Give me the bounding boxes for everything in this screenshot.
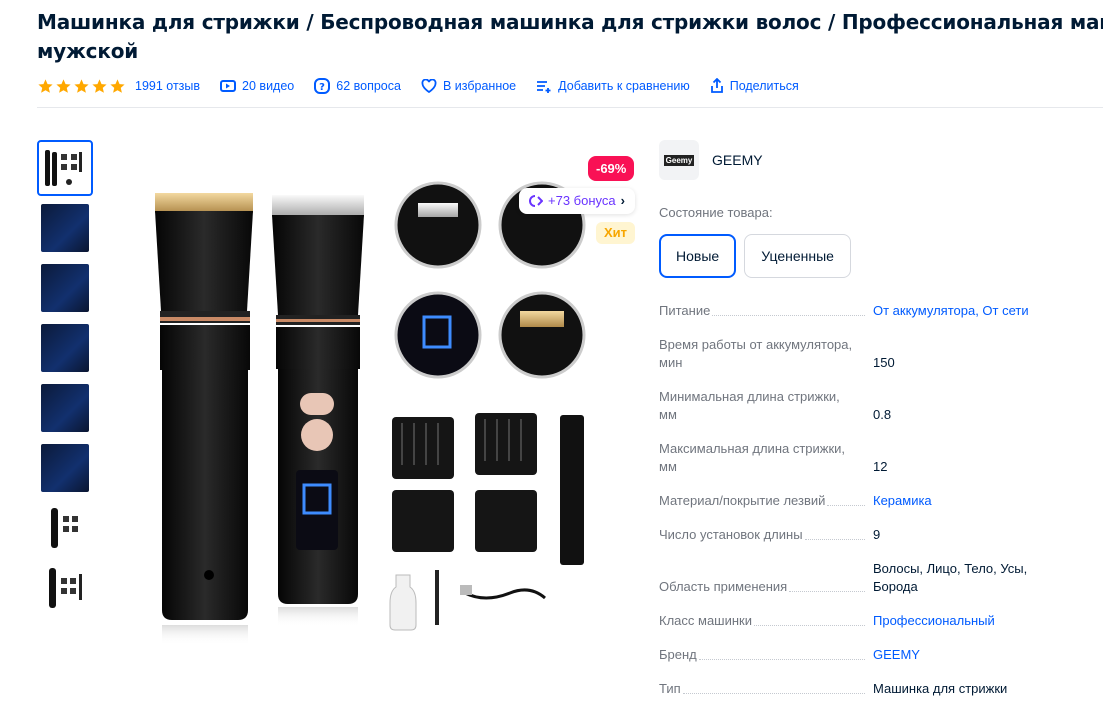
thumbnail-image	[41, 324, 89, 372]
spec-key: Питание	[659, 303, 711, 318]
spec-key: Бренд	[659, 647, 697, 662]
share-icon	[710, 78, 723, 93]
spec-row: Бренд GEEMY	[659, 646, 1059, 664]
compare-label: Добавить к сравнению	[558, 79, 690, 93]
spec-key: Материал/покрытие лезвий	[659, 493, 826, 508]
spec-row: Время работы от аккумулятора, мин 150	[659, 336, 1059, 372]
spec-key: Класс машинки	[659, 613, 752, 628]
thumbnail-7[interactable]	[37, 500, 93, 556]
spec-value: 12	[873, 459, 888, 474]
product-title-line-1: Машинка для стрижки / Беспроводная машин…	[37, 10, 1103, 34]
spec-value-link[interactable]: Профессиональный	[873, 613, 995, 628]
condition-selector: Новые Уцененные	[659, 234, 851, 278]
thumbnail-image	[41, 264, 89, 312]
brand-name: GEEMY	[712, 152, 763, 168]
product-title-line-2: мужской	[37, 39, 139, 63]
thumbnail-image	[41, 564, 89, 612]
thumbnail-1[interactable]	[37, 140, 93, 196]
share-button[interactable]: Поделиться	[710, 78, 799, 94]
question-icon: ?	[314, 78, 331, 94]
videos-label: 20 видео	[242, 79, 295, 93]
bonus-badge[interactable]: +73 бонуса ›	[519, 188, 635, 214]
spec-row: Материал/покрытие лезвий Керамика	[659, 492, 1059, 510]
divider	[37, 107, 1103, 108]
spec-value: Волосы, Лицо, Тело, Усы, Борода	[873, 561, 1028, 594]
brand-logo-text: Geemy	[663, 154, 695, 166]
reviews-link[interactable]: 1991 отзыв	[135, 79, 200, 93]
questions-link[interactable]: ? 62 вопроса	[314, 78, 401, 94]
spec-key: Число установок длины	[659, 527, 803, 542]
discount-badge: -69%	[588, 156, 635, 181]
compare-icon	[537, 81, 551, 93]
chevron-right-icon: ›	[620, 193, 625, 208]
video-icon	[220, 80, 237, 92]
bonus-icon	[529, 195, 543, 207]
bonus-label: +73 бонуса	[548, 193, 616, 208]
thumbnail-3[interactable]	[37, 260, 93, 316]
questions-label: 62 вопроса	[336, 79, 401, 93]
thumbnail-image	[41, 204, 89, 252]
spec-row: Максимальная длина стрижки, мм 12	[659, 440, 1059, 476]
svg-text:?: ?	[319, 82, 325, 93]
brand-block[interactable]: Geemy GEEMY	[659, 140, 763, 180]
spec-row: Минимальная длина стрижки, мм 0.8	[659, 388, 1059, 424]
star-icon	[38, 78, 53, 93]
thumbnail-image	[41, 504, 89, 552]
spec-key: Время работы от аккумулятора, мин	[659, 337, 853, 370]
spec-row: Питание От аккумулятора, От сети	[659, 302, 1059, 320]
product-meta-bar: 1991 отзыв 20 видео ? 62 вопроса В избра…	[37, 77, 819, 95]
thumbnail-image	[41, 384, 89, 432]
spec-value-link[interactable]: Керамика	[873, 493, 932, 508]
spec-row: Тип Машинка для стрижки	[659, 680, 1059, 698]
product-main-image[interactable]	[130, 145, 640, 645]
star-icon	[56, 78, 71, 93]
thumbnail-image	[41, 144, 89, 192]
spec-value-link[interactable]: GEEMY	[873, 647, 920, 662]
brand-logo: Geemy	[659, 140, 699, 180]
spec-value-link[interactable]: От аккумулятора, От сети	[873, 303, 1029, 318]
thumbnail-8[interactable]	[37, 560, 93, 616]
thumbnail-image	[41, 444, 89, 492]
videos-link[interactable]: 20 видео	[220, 79, 294, 93]
star-icon	[110, 78, 125, 93]
spec-key: Область применения	[659, 579, 788, 594]
thumbnail-5[interactable]	[37, 380, 93, 436]
favorite-label: В избранное	[442, 79, 517, 93]
spec-value: 0.8	[873, 407, 892, 422]
spec-value: Машинка для стрижки	[873, 681, 1008, 696]
thumbnail-6[interactable]	[37, 440, 93, 496]
thumbnail-4[interactable]	[37, 320, 93, 376]
heart-icon	[421, 79, 437, 93]
condition-label: Состояние товара:	[659, 205, 773, 220]
spec-key: Тип	[659, 681, 681, 696]
hit-badge: Хит	[596, 222, 636, 244]
share-label: Поделиться	[729, 79, 799, 93]
star-icon	[92, 78, 107, 93]
star-icon	[74, 78, 89, 93]
thumbnail-gallery	[37, 140, 93, 620]
condition-discounted-button[interactable]: Уцененные	[744, 234, 851, 278]
spec-key: Максимальная длина стрижки, мм	[659, 441, 846, 474]
spec-row: Область применения Волосы, Лицо, Тело, У…	[659, 560, 1059, 596]
rating-stars[interactable]	[37, 78, 126, 95]
spec-value: 9	[873, 527, 881, 542]
condition-new-button[interactable]: Новые	[659, 234, 737, 278]
spec-row: Класс машинки Профессиональный	[659, 612, 1059, 630]
spec-key: Минимальная длина стрижки, мм	[659, 389, 840, 422]
favorite-button[interactable]: В избранное	[421, 79, 516, 93]
compare-button[interactable]: Добавить к сравнению	[536, 79, 690, 93]
spec-value: 150	[873, 355, 895, 370]
spec-row: Число установок длины 9	[659, 526, 1059, 544]
thumbnail-2[interactable]	[37, 200, 93, 256]
